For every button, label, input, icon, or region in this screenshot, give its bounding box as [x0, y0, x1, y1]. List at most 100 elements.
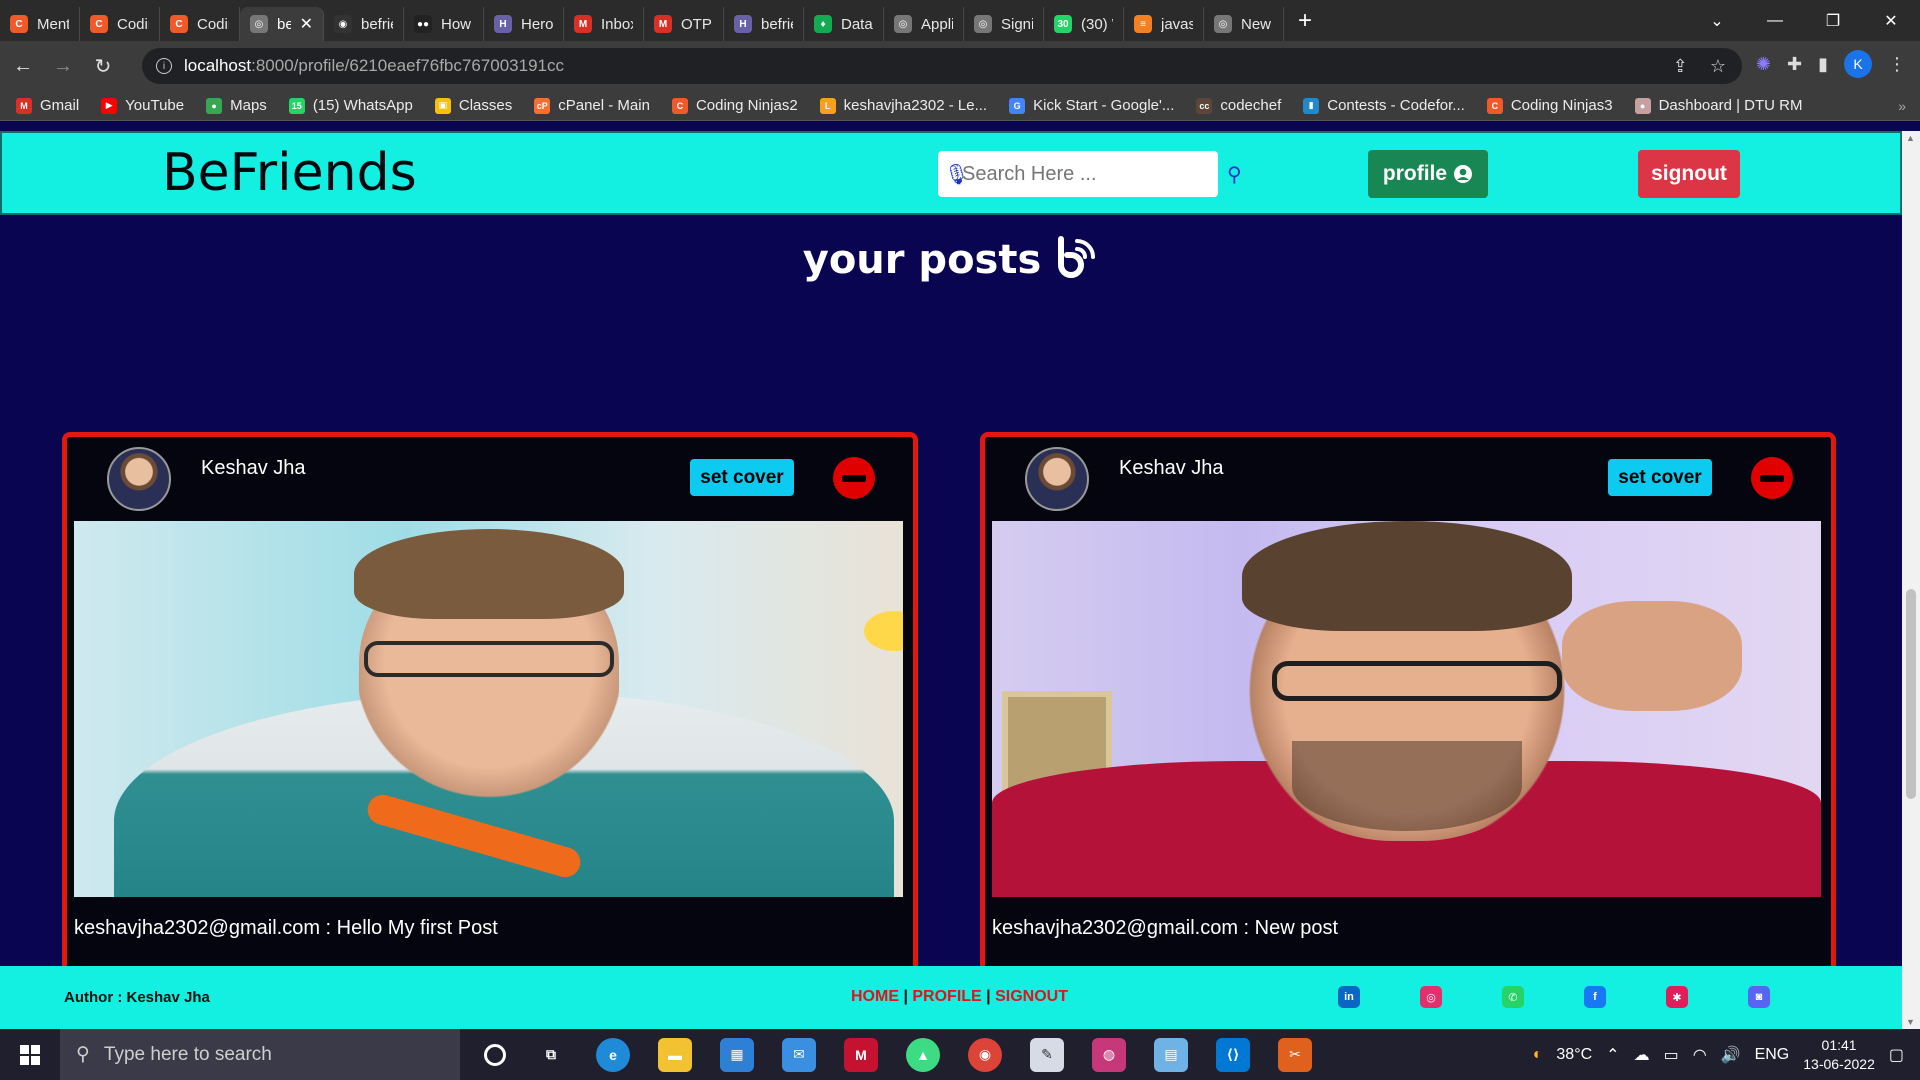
browser-tab[interactable]: ≡ javascr: [1124, 7, 1204, 41]
back-icon[interactable]: ←: [6, 55, 40, 78]
wifi-icon[interactable]: ◠: [1693, 1045, 1707, 1065]
android-studio-icon[interactable]: ▲: [906, 1037, 940, 1072]
scroll-down-icon[interactable]: ▼: [1906, 1017, 1915, 1027]
taskbar-search-box[interactable]: ⚲ Type here to search: [60, 1029, 460, 1080]
linkedin-icon[interactable]: in: [1338, 986, 1360, 1008]
footer-signout-link[interactable]: SIGNOUT: [995, 988, 1068, 1005]
battery-icon[interactable]: ▭: [1664, 1045, 1679, 1065]
microsoft-store-icon[interactable]: ▦: [720, 1037, 754, 1072]
profile-button[interactable]: profile: [1368, 150, 1488, 198]
snipping-tool-icon[interactable]: ✂: [1278, 1037, 1312, 1072]
bookmark-item[interactable]: C Coding Ninjas2: [671, 97, 798, 114]
profile-avatar[interactable]: K: [1844, 50, 1872, 78]
browser-tab[interactable]: Hbefrien: [724, 7, 804, 41]
bookmark-item[interactable]: ● Dashboard | DTU RM: [1634, 97, 1803, 114]
weather-icon[interactable]: ◐: [1533, 1046, 1543, 1064]
mail-icon[interactable]: ✉: [782, 1037, 816, 1072]
site-brand[interactable]: BeFriends: [162, 143, 417, 203]
bookmark-item[interactable]: cc codechef: [1196, 97, 1281, 114]
mcafee-icon[interactable]: M: [844, 1037, 878, 1072]
browser-tab[interactable]: C Coding: [80, 7, 160, 41]
browser-tab[interactable]: ◎ Signin: [964, 7, 1044, 41]
browser-tab[interactable]: C Coding: [160, 7, 240, 41]
scrollbar-thumb[interactable]: [1906, 589, 1916, 799]
file-explorer-icon[interactable]: ▬: [658, 1037, 692, 1072]
bookmark-item[interactable]: ▶ YouTube: [101, 97, 184, 114]
bookmark-item[interactable]: 15 (15) WhatsApp: [288, 97, 413, 114]
bookmark-item[interactable]: G Kick Start - Google'...: [1009, 97, 1174, 114]
scroll-up-icon[interactable]: ▲: [1906, 133, 1915, 143]
browser-tab[interactable]: ◎ Applica: [884, 7, 964, 41]
delete-post-icon[interactable]: [833, 457, 875, 499]
author-avatar[interactable]: [1025, 447, 1089, 511]
bookmark-item[interactable]: Lkeshavjha2302 - Le...: [819, 97, 987, 114]
cortana-icon[interactable]: [484, 1043, 506, 1066]
extension-icon[interactable]: ✺: [1756, 54, 1771, 75]
forward-icon[interactable]: →: [46, 55, 80, 78]
browser-tab[interactable]: C Mentor: [0, 7, 80, 41]
taskbar-clock[interactable]: 01:41 13-06-2022: [1803, 1036, 1875, 1074]
reload-icon[interactable]: ↻: [86, 54, 120, 79]
browser-menu-icon[interactable]: ⋮: [1888, 54, 1906, 75]
delete-post-icon[interactable]: [1751, 457, 1793, 499]
author-avatar[interactable]: [107, 447, 171, 511]
close-window-button[interactable]: ✕: [1862, 11, 1920, 31]
bookmark-item[interactable]: ● Maps: [206, 97, 267, 114]
post-author-name[interactable]: Keshav Jha: [201, 457, 306, 480]
bookmark-item[interactable]: ▣ Classes: [434, 97, 512, 114]
edge-icon[interactable]: e: [596, 1037, 630, 1072]
browser-tab[interactable]: 30 (30) W: [1044, 7, 1124, 41]
notifications-icon[interactable]: ▢: [1889, 1045, 1904, 1065]
url-input[interactable]: i localhost:8000/profile/6210eaef76fbc76…: [142, 48, 1742, 84]
volume-icon[interactable]: 🔊: [1721, 1045, 1741, 1065]
onedrive-icon[interactable]: ☁: [1634, 1045, 1650, 1065]
discord-icon[interactable]: ◙: [1748, 986, 1770, 1008]
tray-chevron-icon[interactable]: ⌃: [1606, 1045, 1619, 1065]
footer-home-link[interactable]: HOME: [851, 988, 899, 1005]
vscode-icon[interactable]: ⟨⟩: [1216, 1037, 1250, 1072]
page-scrollbar[interactable]: ▲ ▼: [1902, 131, 1920, 1029]
footer-profile-link[interactable]: PROFILE: [912, 988, 981, 1005]
task-view-icon[interactable]: ⧉: [534, 1038, 568, 1072]
browser-tab[interactable]: M Inbox (: [564, 7, 644, 41]
set-cover-button[interactable]: set cover: [690, 459, 794, 496]
search-input[interactable]: [962, 162, 1227, 186]
bookmarks-more-icon[interactable]: »: [1898, 98, 1906, 114]
bookmark-item[interactable]: ▮ Contests - Codefor...: [1303, 97, 1465, 114]
instagram-icon[interactable]: ◎: [1420, 986, 1442, 1008]
facebook-icon[interactable]: f: [1584, 986, 1606, 1008]
bookmark-star-icon[interactable]: ☆: [1710, 56, 1726, 77]
bookmark-item[interactable]: M Gmail: [16, 97, 79, 114]
new-tab-button[interactable]: +: [1284, 7, 1326, 35]
start-button[interactable]: [0, 1044, 60, 1065]
signout-button[interactable]: signout: [1638, 150, 1740, 198]
post-author-name[interactable]: Keshav Jha: [1119, 457, 1224, 480]
microphone-icon[interactable]: 🎙: [944, 162, 969, 187]
browser-tab[interactable]: ♦ Data | (: [804, 7, 884, 41]
browser-tab[interactable]: H Heroku: [484, 7, 564, 41]
browser-tab[interactable]: ◎ befr ✕: [240, 7, 324, 41]
search-icon[interactable]: ⚲: [1227, 162, 1242, 187]
paint-icon[interactable]: ✎: [1030, 1037, 1064, 1072]
puzzle-extensions-icon[interactable]: ✚: [1787, 54, 1802, 75]
chrome-icon[interactable]: ◉: [968, 1037, 1002, 1072]
slack-icon[interactable]: ✱: [1666, 986, 1688, 1008]
photos-icon[interactable]: ◍: [1092, 1037, 1126, 1072]
share-icon[interactable]: ⇪: [1673, 56, 1688, 77]
bookmark-item[interactable]: cP cPanel - Main: [534, 97, 650, 114]
side-panel-icon[interactable]: ▮: [1818, 54, 1828, 75]
browser-tab[interactable]: ●● How to: [404, 7, 484, 41]
set-cover-button[interactable]: set cover: [1608, 459, 1712, 496]
restore-button[interactable]: ❐: [1804, 11, 1862, 31]
browser-tab[interactable]: ◎ New Ta: [1204, 7, 1284, 41]
whatsapp-icon[interactable]: ✆: [1502, 986, 1524, 1008]
bookmark-item[interactable]: C Coding Ninjas3: [1486, 97, 1613, 114]
close-tab-icon[interactable]: ✕: [300, 14, 313, 34]
browser-tab[interactable]: ◉ befrien: [324, 7, 404, 41]
site-info-icon[interactable]: i: [156, 58, 172, 74]
language-indicator[interactable]: ENG: [1755, 1046, 1790, 1064]
tab-search-icon[interactable]: ⌄: [1688, 11, 1746, 31]
browser-tab[interactable]: M OTP fo: [644, 7, 724, 41]
weather-temp[interactable]: 38°C: [1556, 1046, 1592, 1064]
minimize-button[interactable]: —: [1746, 12, 1804, 30]
